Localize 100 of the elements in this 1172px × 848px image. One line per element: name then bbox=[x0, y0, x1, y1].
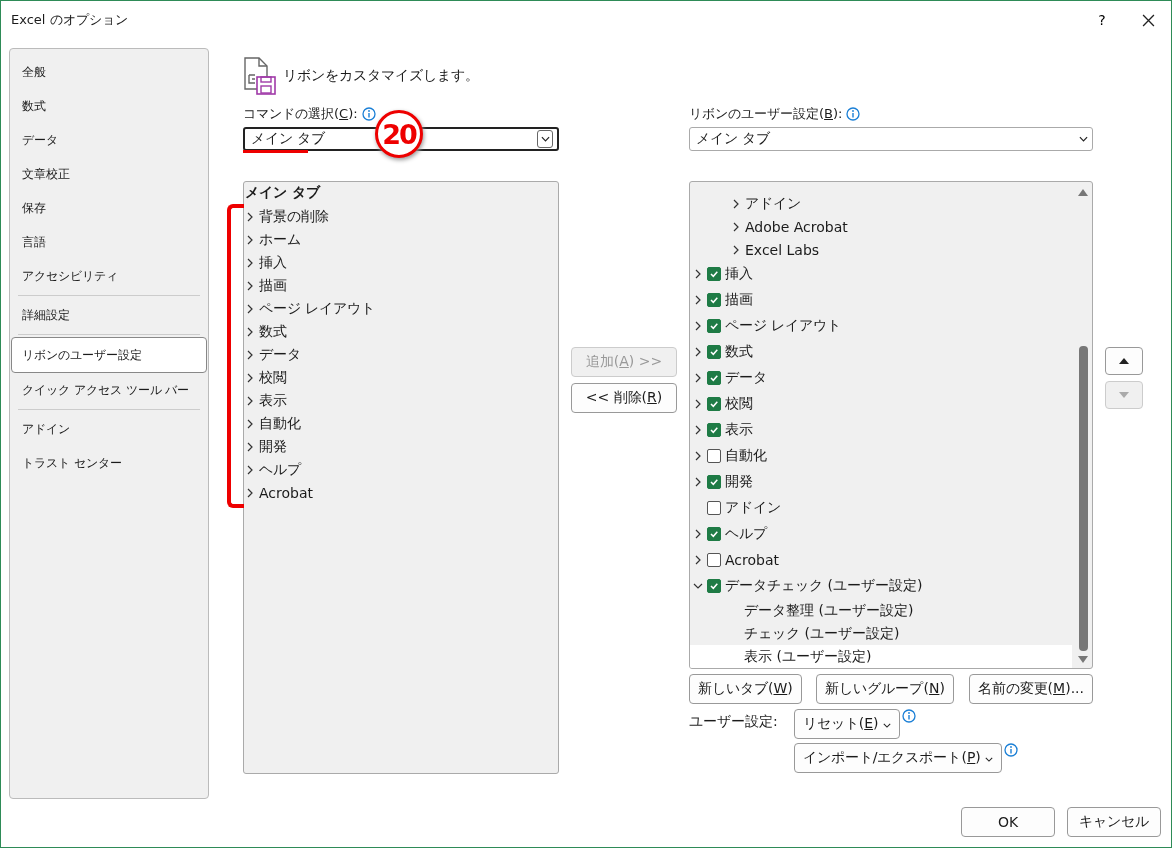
chevron-right-icon[interactable] bbox=[245, 211, 255, 222]
tree-item[interactable]: チェック (ユーザー設定) bbox=[690, 622, 1072, 645]
list-item[interactable]: 自動化 bbox=[259, 414, 301, 433]
sidebar-item[interactable]: データ bbox=[10, 123, 208, 157]
chevron-right-icon[interactable] bbox=[693, 321, 703, 331]
tree-item[interactable]: Adobe Acrobat bbox=[745, 218, 848, 235]
chevron-right-icon[interactable] bbox=[693, 295, 703, 305]
chevron-right-icon[interactable] bbox=[731, 198, 741, 209]
chevron-right-icon[interactable] bbox=[245, 349, 255, 360]
sidebar-item[interactable]: 数式 bbox=[10, 89, 208, 123]
chevron-right-icon[interactable] bbox=[245, 326, 255, 337]
tree-item[interactable]: 校閲 bbox=[725, 395, 753, 413]
chevron-right-icon[interactable] bbox=[693, 399, 703, 409]
tab-action-button[interactable]: 名前の変更(M)... bbox=[968, 674, 1093, 704]
chevron-right-icon[interactable] bbox=[693, 347, 703, 357]
ribbon-document-icon bbox=[243, 57, 277, 95]
import-export-button[interactable]: インポート/エクスポート(P) bbox=[793, 743, 1003, 773]
scroll-down-icon[interactable] bbox=[1078, 656, 1088, 664]
list-item[interactable]: 表示 bbox=[259, 391, 287, 410]
chevron-right-icon[interactable] bbox=[693, 425, 703, 435]
list-item[interactable]: 数式 bbox=[259, 322, 287, 341]
chevron-right-icon[interactable] bbox=[245, 257, 255, 268]
tree-item[interactable]: データチェック (ユーザー設定) bbox=[725, 577, 923, 595]
checkbox[interactable] bbox=[707, 553, 721, 567]
move-up-button[interactable] bbox=[1105, 347, 1143, 375]
cancel-button[interactable]: キャンセル bbox=[1067, 807, 1161, 837]
sidebar-item[interactable]: クイック アクセス ツール バー bbox=[10, 373, 208, 407]
tree-item[interactable]: 表示 bbox=[725, 421, 753, 439]
list-item[interactable]: ヘルプ bbox=[259, 460, 301, 479]
tree-item[interactable]: 挿入 bbox=[725, 265, 753, 283]
tree-item[interactable]: Acrobat bbox=[725, 552, 779, 568]
tree-item[interactable]: 自動化 bbox=[725, 447, 767, 465]
tree-item[interactable]: 表示 (ユーザー設定) bbox=[690, 645, 1072, 668]
chevron-right-icon[interactable] bbox=[245, 487, 255, 498]
sidebar-item[interactable]: 保存 bbox=[10, 191, 208, 225]
help-button[interactable]: ? bbox=[1079, 1, 1125, 39]
chevron-right-icon[interactable] bbox=[731, 221, 741, 232]
sidebar-item[interactable]: アクセシビリティ bbox=[10, 259, 208, 293]
chevron-right-icon[interactable] bbox=[245, 464, 255, 475]
sidebar-item[interactable]: リボンのユーザー設定 bbox=[11, 337, 207, 373]
chevron-right-icon[interactable] bbox=[245, 303, 255, 314]
tree-item[interactable]: 描画 bbox=[725, 291, 753, 309]
checkbox[interactable] bbox=[707, 579, 721, 593]
checkbox[interactable] bbox=[707, 449, 721, 463]
list-item[interactable]: 開発 bbox=[259, 437, 287, 456]
list-item[interactable]: Acrobat bbox=[259, 484, 313, 501]
reset-button[interactable]: リセット(E) bbox=[793, 709, 900, 739]
chevron-right-icon[interactable] bbox=[245, 441, 255, 452]
sidebar-item[interactable]: トラスト センター bbox=[10, 446, 208, 480]
tree-item[interactable]: アドイン bbox=[725, 499, 781, 517]
checkmark-icon bbox=[709, 373, 719, 383]
chevron-right-icon[interactable] bbox=[245, 418, 255, 429]
chevron-right-icon[interactable] bbox=[245, 395, 255, 406]
list-item[interactable]: データ bbox=[259, 345, 301, 364]
chevron-right-icon[interactable] bbox=[693, 269, 703, 279]
chevron-right-icon[interactable] bbox=[693, 477, 703, 487]
tree-item[interactable]: データ bbox=[725, 369, 767, 387]
tree-item[interactable]: 開発 bbox=[725, 473, 753, 491]
sidebar-item[interactable]: 文章校正 bbox=[10, 157, 208, 191]
tree-item[interactable]: データ整理 (ユーザー設定) bbox=[690, 599, 1072, 622]
checkbox[interactable] bbox=[707, 475, 721, 489]
tree-item[interactable]: ヘルプ bbox=[725, 525, 767, 543]
list-item[interactable]: ページ レイアウト bbox=[259, 299, 376, 318]
tab-action-button[interactable]: 新しいグループ(N) bbox=[816, 674, 954, 704]
sidebar-item[interactable]: 詳細設定 bbox=[10, 298, 208, 332]
sidebar-item[interactable]: 言語 bbox=[10, 225, 208, 259]
chevron-right-icon[interactable] bbox=[245, 234, 255, 245]
chevron-down-icon[interactable] bbox=[693, 581, 703, 591]
chevron-right-icon[interactable] bbox=[245, 372, 255, 383]
sidebar-item[interactable]: 全般 bbox=[10, 55, 208, 89]
list-item[interactable]: 校閲 bbox=[259, 368, 287, 387]
chevron-right-icon[interactable] bbox=[693, 451, 703, 461]
checkbox[interactable] bbox=[707, 319, 721, 333]
checkbox[interactable] bbox=[707, 345, 721, 359]
chevron-right-icon[interactable] bbox=[693, 555, 703, 565]
tree-item[interactable]: アドイン bbox=[745, 194, 801, 213]
checkbox[interactable] bbox=[707, 267, 721, 281]
scroll-up-icon[interactable] bbox=[1078, 188, 1088, 196]
checkbox[interactable] bbox=[707, 501, 721, 515]
sidebar-item[interactable]: アドイン bbox=[10, 412, 208, 446]
checkbox[interactable] bbox=[707, 423, 721, 437]
ribbon-dropdown[interactable]: メイン タブ bbox=[689, 127, 1093, 151]
tab-action-button[interactable]: 新しいタブ(W) bbox=[689, 674, 802, 704]
chevron-right-icon[interactable] bbox=[731, 244, 741, 255]
list-item[interactable]: 挿入 bbox=[259, 253, 287, 272]
checkbox[interactable] bbox=[707, 293, 721, 307]
chevron-right-icon[interactable] bbox=[693, 529, 703, 539]
list-item[interactable]: 描画 bbox=[259, 276, 287, 295]
chevron-right-icon[interactable] bbox=[693, 373, 703, 383]
checkbox[interactable] bbox=[707, 397, 721, 411]
list-item[interactable]: ホーム bbox=[259, 230, 301, 249]
remove-button[interactable]: << 削除(R) bbox=[571, 383, 677, 413]
tree-item[interactable]: ページ レイアウト bbox=[725, 317, 842, 335]
checkbox[interactable] bbox=[707, 371, 721, 385]
chevron-right-icon[interactable] bbox=[245, 280, 255, 291]
tree-item[interactable]: 数式 bbox=[725, 343, 753, 361]
tree-item[interactable]: Excel Labs bbox=[745, 241, 820, 258]
checkbox[interactable] bbox=[707, 527, 721, 541]
list-item[interactable]: 背景の削除 bbox=[259, 207, 329, 226]
ok-button[interactable]: OK bbox=[961, 807, 1055, 837]
